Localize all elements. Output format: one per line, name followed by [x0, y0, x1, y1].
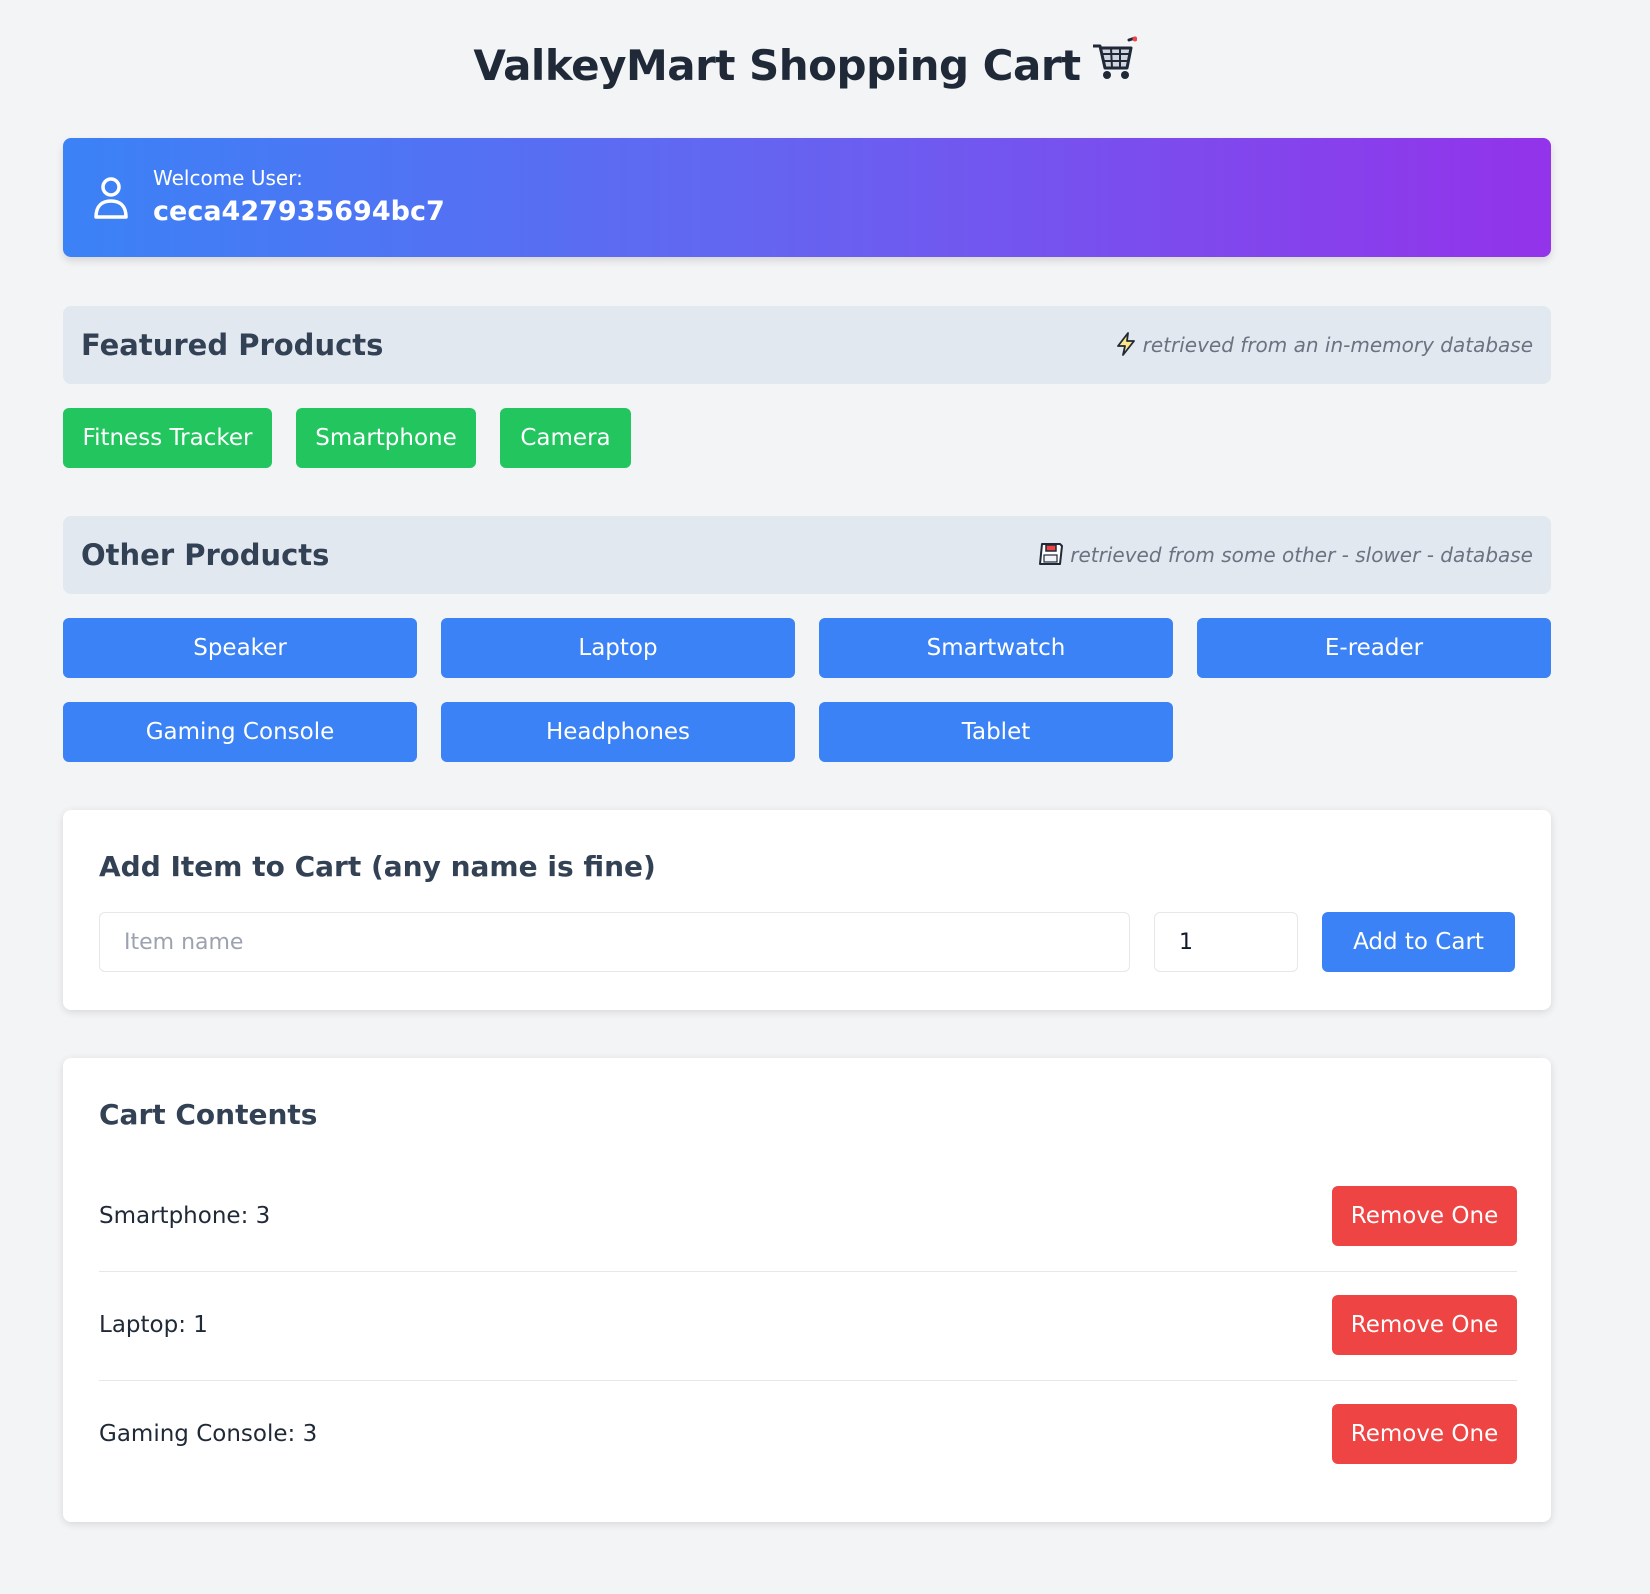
page-title-text: ValkeyMart Shopping Cart	[473, 41, 1081, 90]
other-products-note-text: retrieved from some other - slower - dat…	[1070, 543, 1533, 567]
welcome-label: Welcome User:	[153, 166, 303, 190]
user-icon	[93, 176, 129, 220]
floppy-disk-icon	[1038, 520, 1064, 598]
other-products-title: Other Products	[81, 538, 330, 572]
featured-products-note-text: retrieved from an in-memory database	[1142, 333, 1533, 357]
other-products-note: retrieved from some other - slower - dat…	[1038, 516, 1533, 598]
cart-item-row: Smartphone: 3 Remove One	[99, 1162, 1517, 1272]
remove-one-button[interactable]: Remove One	[1332, 1186, 1517, 1246]
page-title: ValkeyMart Shopping Cart	[0, 36, 1610, 92]
cart-contents-card: Cart Contents Smartphone: 3 Remove One L…	[63, 1058, 1551, 1522]
featured-product-smartphone[interactable]: Smartphone	[296, 408, 476, 468]
add-item-card: Add Item to Cart (any name is fine) Add …	[63, 810, 1551, 1010]
other-product-tablet[interactable]: Tablet	[819, 702, 1173, 762]
cart-item-row: Gaming Console: 3 Remove One	[99, 1380, 1517, 1489]
cart-contents-title: Cart Contents	[99, 1098, 318, 1131]
cart-item-text: Smartphone: 3	[99, 1162, 270, 1271]
cart-item-separator: :	[240, 1203, 256, 1229]
add-item-title: Add Item to Cart (any name is fine)	[99, 850, 656, 883]
featured-products-header: Featured Products retrieved from an in-m…	[63, 306, 1551, 384]
featured-products-title: Featured Products	[81, 328, 384, 362]
cart-item-quantity: 3	[255, 1203, 271, 1229]
cart-item-separator: :	[287, 1421, 303, 1447]
add-to-cart-button[interactable]: Add to Cart	[1322, 912, 1515, 972]
lightning-icon	[1115, 310, 1137, 388]
featured-products-note: retrieved from an in-memory database	[1115, 306, 1533, 388]
cart-item-separator: :	[178, 1312, 194, 1338]
item-name-input[interactable]	[99, 912, 1130, 972]
featured-product-camera[interactable]: Camera	[500, 408, 631, 468]
other-product-smartwatch[interactable]: Smartwatch	[819, 618, 1173, 678]
cart-item-text: Laptop: 1	[99, 1271, 208, 1380]
welcome-banner: Welcome User: ceca427935694bc7	[63, 138, 1551, 257]
cart-item-quantity: 1	[193, 1312, 208, 1338]
shopping-cart-icon	[1091, 36, 1138, 92]
other-product-e-reader[interactable]: E-reader	[1197, 618, 1551, 678]
cart-item-name: Smartphone	[99, 1203, 241, 1229]
other-product-laptop[interactable]: Laptop	[441, 618, 795, 678]
page: ValkeyMart Shopping Cart Welcome User: c…	[0, 0, 1650, 1594]
cart-item-row: Laptop: 1 Remove One	[99, 1271, 1517, 1381]
remove-one-button[interactable]: Remove One	[1332, 1295, 1517, 1355]
cart-item-name: Laptop	[99, 1312, 179, 1338]
cart-item-text: Gaming Console: 3	[99, 1380, 317, 1489]
user-id: ceca427935694bc7	[153, 196, 445, 227]
cart-item-name: Gaming Console	[99, 1421, 288, 1447]
other-product-headphones[interactable]: Headphones	[441, 702, 795, 762]
remove-one-button[interactable]: Remove One	[1332, 1404, 1517, 1464]
quantity-input[interactable]	[1154, 912, 1298, 972]
cart-item-quantity: 3	[302, 1421, 318, 1447]
other-product-gaming-console[interactable]: Gaming Console	[63, 702, 417, 762]
featured-product-fitness-tracker[interactable]: Fitness Tracker	[63, 408, 272, 468]
other-products-header: Other Products retrieved from some other…	[63, 516, 1551, 594]
other-product-speaker[interactable]: Speaker	[63, 618, 417, 678]
